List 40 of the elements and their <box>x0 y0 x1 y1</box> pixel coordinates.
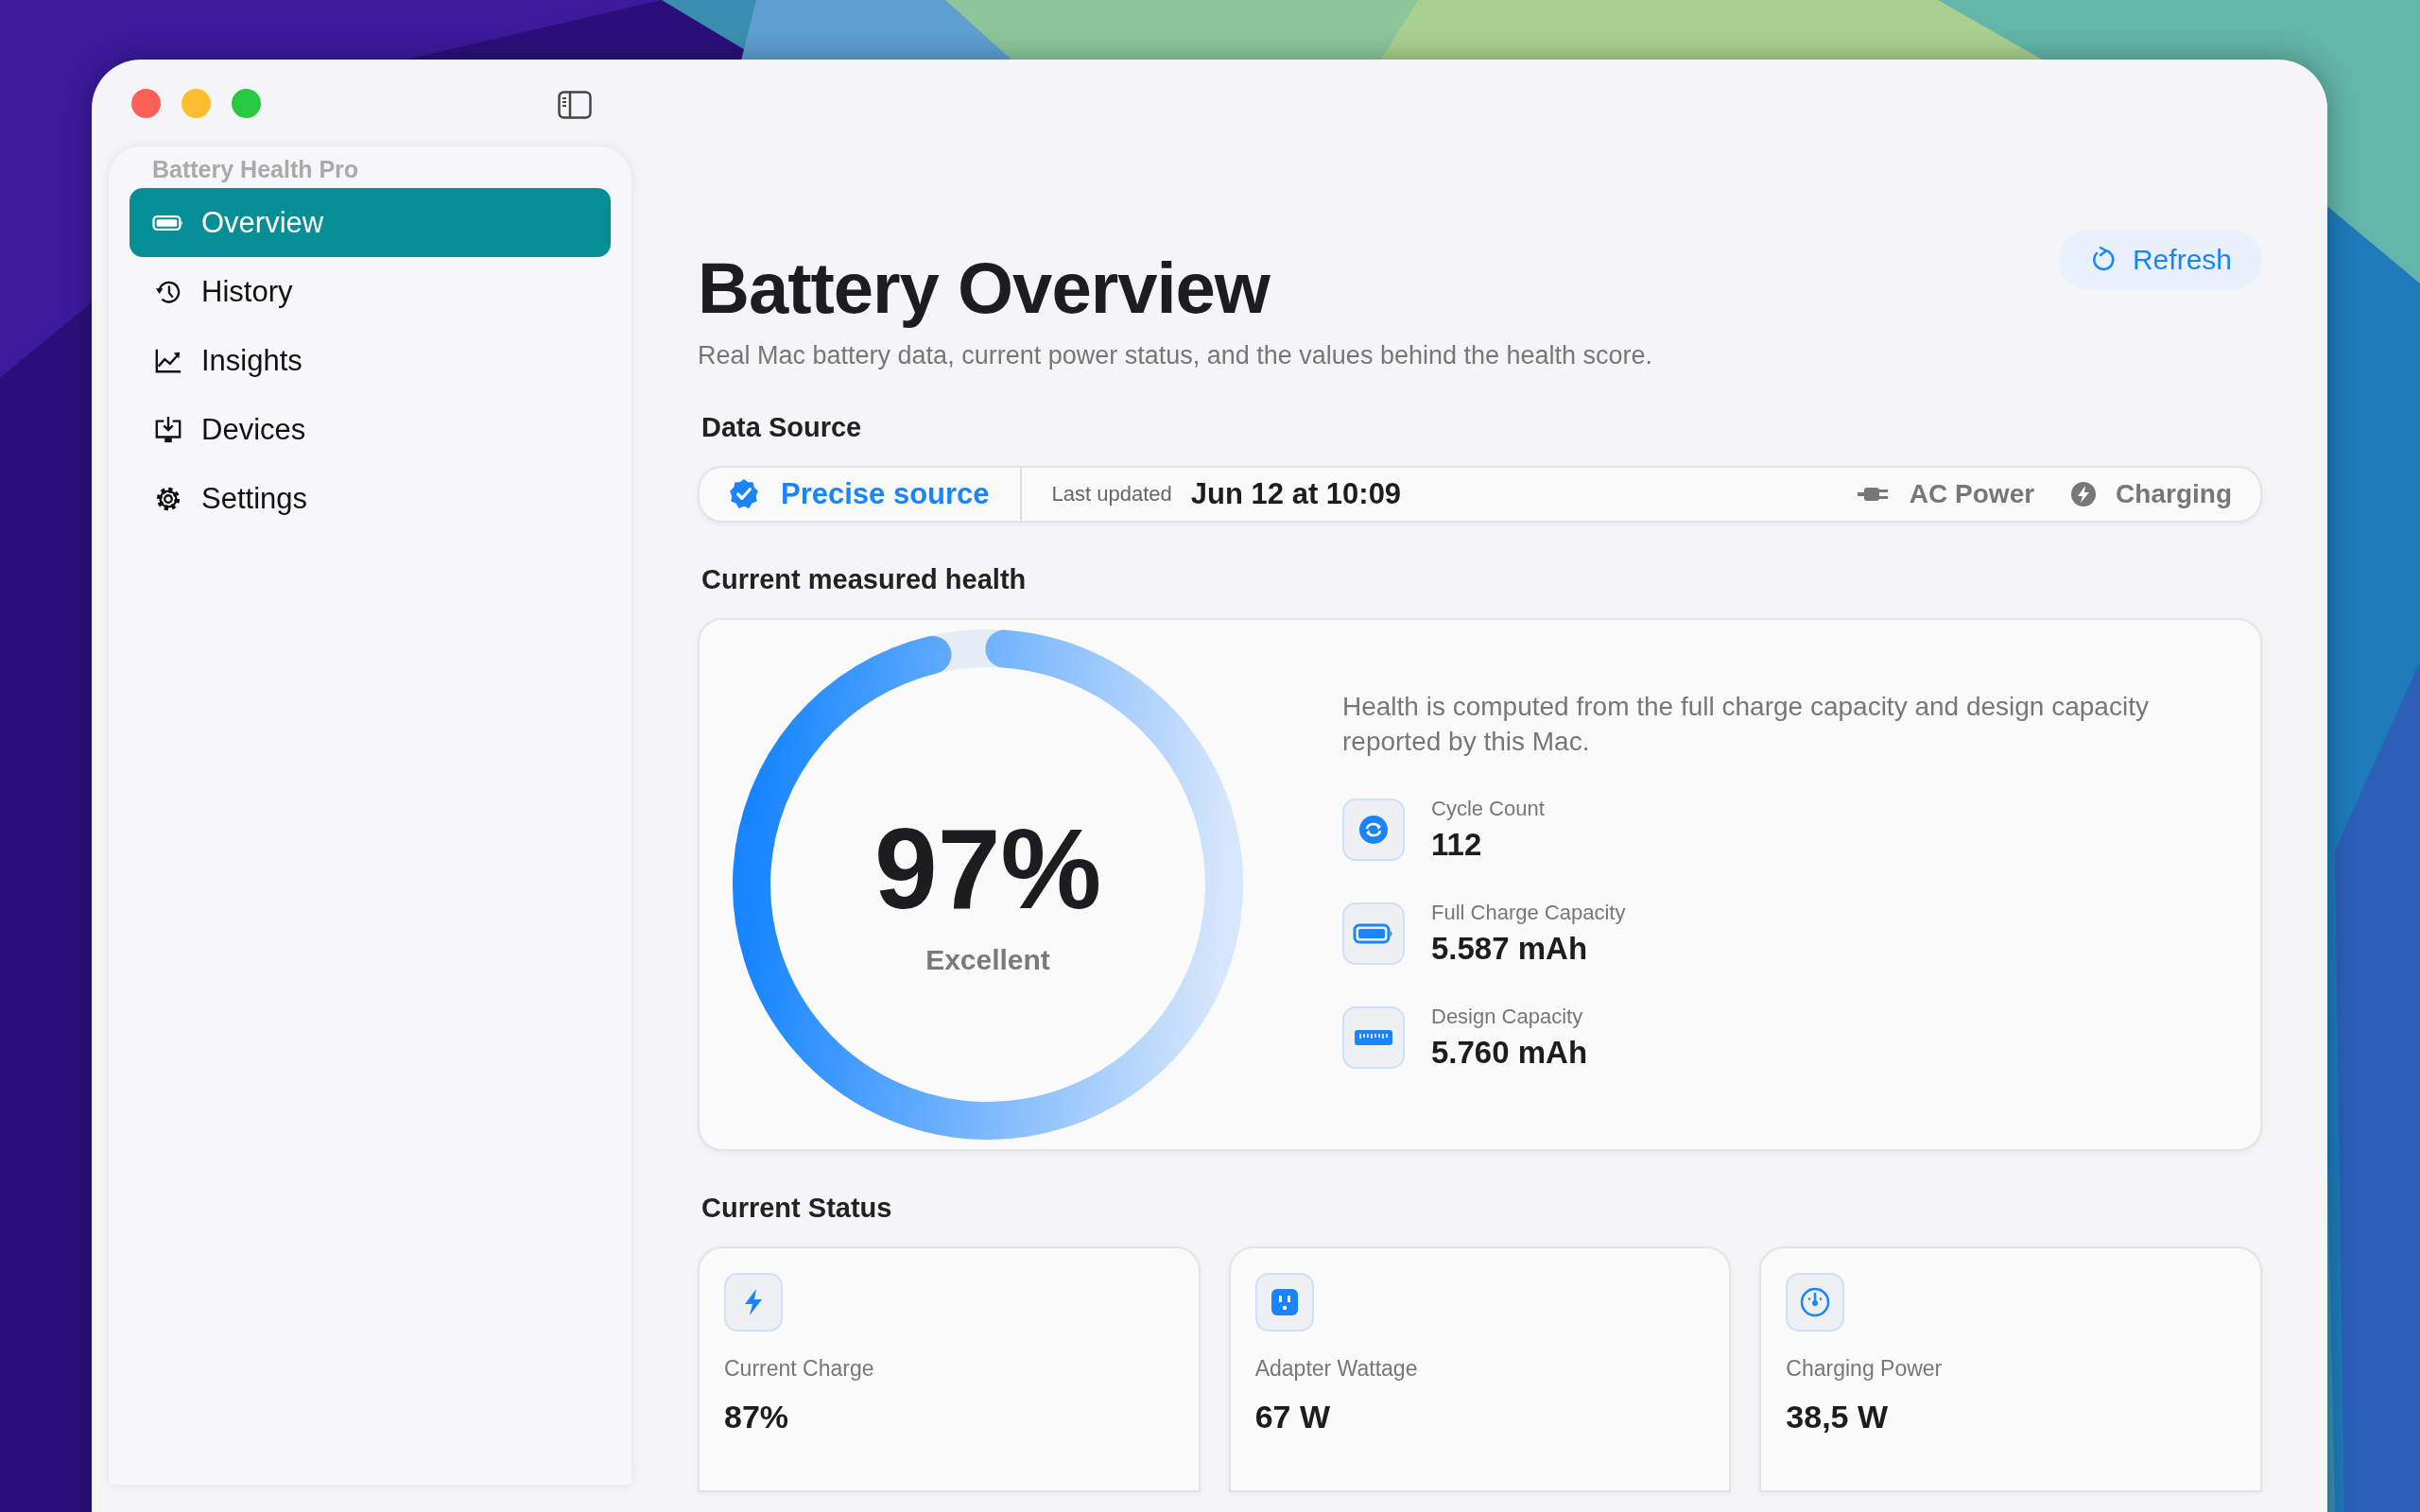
metric-label: Design Capacity <box>1431 1005 1584 1029</box>
sidebar-item[interactable]: Insights <box>130 326 611 395</box>
charging-state: Charging <box>2116 479 2232 509</box>
metric-label: Full Charge Capacity <box>1431 901 1626 925</box>
updated-label: Last updated <box>1051 482 1172 507</box>
page-subtitle: Real Mac battery data, current power status, and the values behind the health score. <box>698 341 1653 370</box>
outlet-icon <box>1269 1287 1300 1317</box>
metric-label: Cycle Count <box>1431 797 1545 821</box>
sidebar-toggle-icon[interactable] <box>558 91 592 119</box>
sidebar-item[interactable]: History <box>130 257 611 326</box>
metric-value: 5.760 mAh <box>1431 1035 1588 1071</box>
sidebar-item[interactable]: Devices <box>130 395 611 464</box>
close-button[interactable] <box>131 89 161 118</box>
sidebar-item[interactable]: Overview <box>130 188 611 257</box>
section-heading: Current measured health <box>701 564 1028 595</box>
status-label: Adapter Wattage <box>1254 1356 1419 1382</box>
minimize-button[interactable] <box>182 89 211 118</box>
status-value: 87% <box>724 1399 790 1435</box>
updated-value: Jun 12 at 10:09 <box>1190 477 1402 511</box>
health-description: Health is computed from the full charge capacity and design capacity reported by this Mac. <box>1342 691 2150 758</box>
source-label: Precise source <box>781 477 990 511</box>
health-percent: 97% <box>873 812 1102 925</box>
sidebar-item[interactable]: Settings <box>130 464 611 533</box>
section-heading: Data Source <box>701 412 863 443</box>
status-value: 67 W <box>1254 1399 1332 1435</box>
gauge-icon <box>1800 1287 1831 1317</box>
health-rating: Excellent <box>925 944 1050 976</box>
metric-value: 112 <box>1431 827 1483 863</box>
section-heading: Current Status <box>701 1193 893 1224</box>
cycle-icon <box>1358 815 1389 845</box>
app-name: Battery Health Pro <box>151 156 360 184</box>
bolt-circle-icon <box>2070 481 2098 507</box>
zoom-button[interactable] <box>232 89 261 118</box>
battery-icon <box>1353 922 1394 945</box>
status-value: 38,5 W <box>1786 1399 1890 1435</box>
status-label: Charging Power <box>1786 1356 1944 1382</box>
verified-badge-icon <box>728 478 760 510</box>
power-source: AC Power <box>1909 479 2035 509</box>
status-label: Current Charge <box>724 1356 875 1382</box>
metric-value: 5.587 mAh <box>1431 931 1589 967</box>
